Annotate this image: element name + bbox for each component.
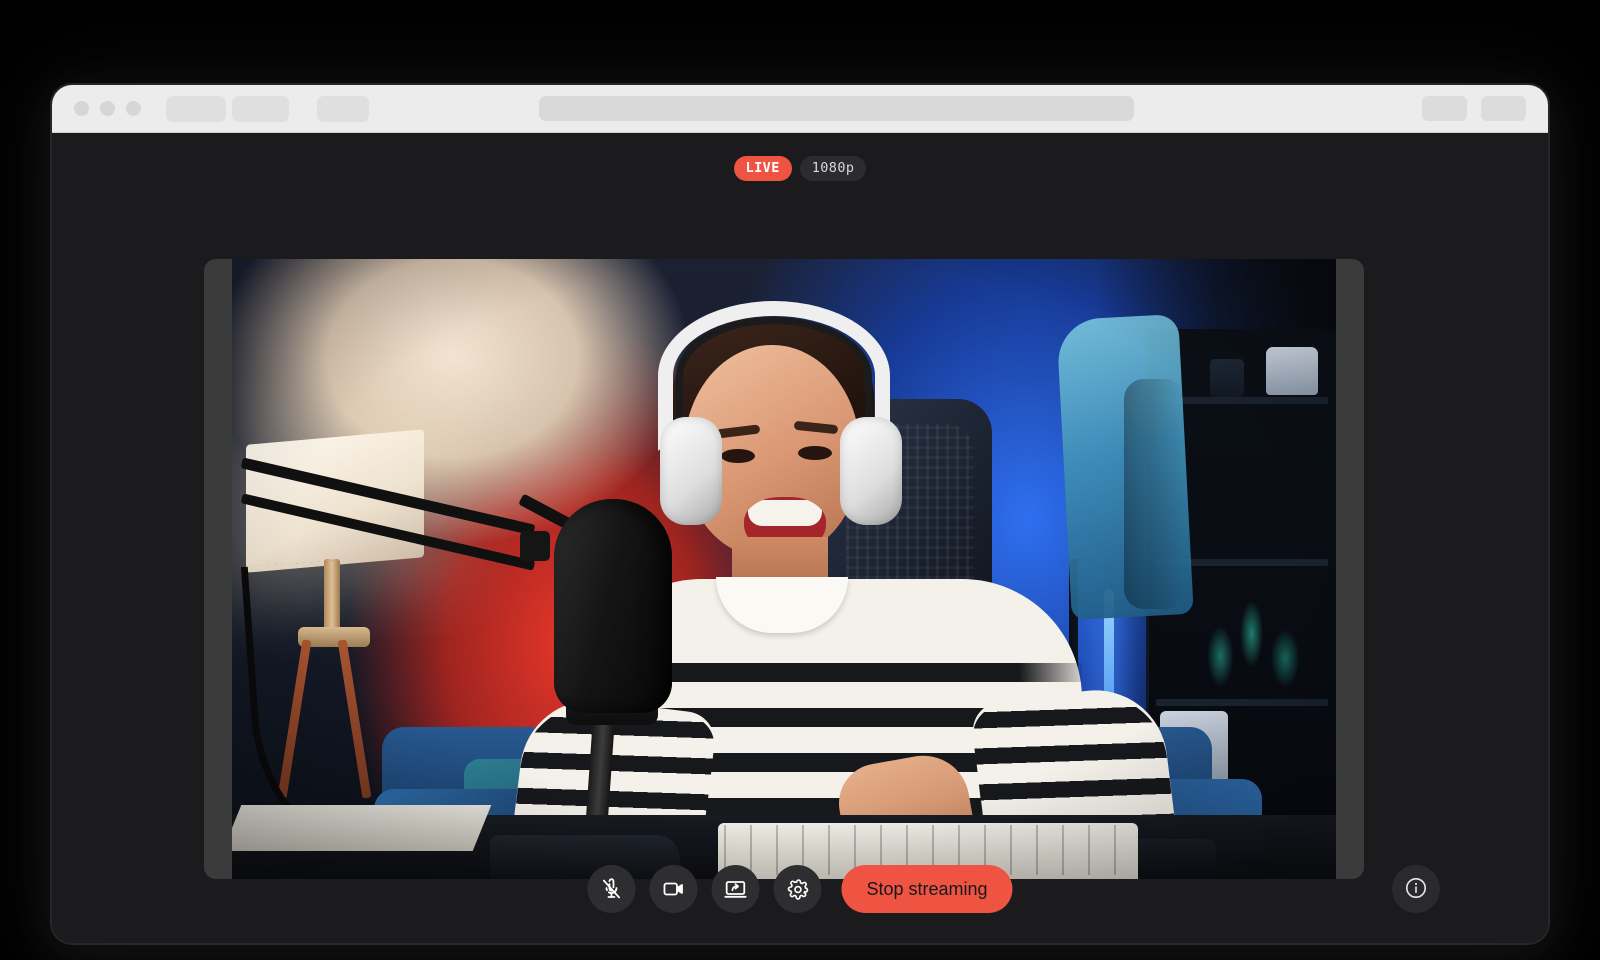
screen-share-button[interactable] xyxy=(711,865,759,913)
info-button[interactable] xyxy=(1392,865,1440,913)
quality-badge[interactable]: 1080p xyxy=(800,156,867,181)
camera-toggle-button[interactable] xyxy=(649,865,697,913)
address-bar[interactable] xyxy=(539,96,1134,121)
stream-control-bar: Stop streaming xyxy=(52,859,1548,919)
browser-tab-strip xyxy=(166,96,369,122)
info-circle-icon xyxy=(1404,876,1428,903)
gear-icon xyxy=(786,878,809,901)
desk-light-panel xyxy=(232,805,491,851)
streamer-teeth xyxy=(748,500,822,526)
condenser-microphone xyxy=(554,499,672,713)
extensions-button[interactable] xyxy=(1422,96,1467,121)
maximize-window-button[interactable] xyxy=(126,101,141,116)
screenshot-root: LIVE 1080p xyxy=(0,0,1600,960)
shelf-pot xyxy=(1210,359,1244,397)
browser-tab-2[interactable] xyxy=(232,96,289,122)
browser-tab-3[interactable] xyxy=(317,96,369,122)
settings-button[interactable] xyxy=(773,865,821,913)
browser-window: LIVE 1080p xyxy=(52,85,1548,943)
stream-status-row: LIVE 1080p xyxy=(52,156,1548,181)
browser-chrome-bar xyxy=(52,85,1548,133)
video-preview[interactable] xyxy=(232,259,1336,879)
screen-share-icon xyxy=(723,877,747,901)
minimize-window-button[interactable] xyxy=(100,101,115,116)
profile-button[interactable] xyxy=(1481,96,1526,121)
microphone-toggle-button[interactable] xyxy=(587,865,635,913)
streamer-eye xyxy=(721,449,755,463)
jacket-shadow xyxy=(1124,379,1184,609)
stream-control-group: Stop streaming xyxy=(587,859,1012,919)
headphones-earcup xyxy=(660,417,722,525)
browser-chrome-actions xyxy=(1422,96,1526,121)
close-window-button[interactable] xyxy=(74,101,89,116)
streaming-app-body: LIVE 1080p xyxy=(52,133,1548,943)
stop-streaming-button[interactable]: Stop streaming xyxy=(841,865,1012,913)
browser-tab-1[interactable] xyxy=(166,96,226,122)
webcam-scene xyxy=(232,259,1336,879)
mic-off-icon xyxy=(599,877,623,901)
shelf-plant xyxy=(1194,589,1314,701)
headphones-earcup xyxy=(840,417,902,525)
boom-arm-joint xyxy=(520,531,550,561)
window-traffic-lights xyxy=(74,101,141,116)
shelf-jar xyxy=(1266,347,1318,395)
live-status-badge: LIVE xyxy=(734,156,792,181)
video-stage-frame xyxy=(204,259,1364,879)
video-camera-icon xyxy=(661,877,685,901)
